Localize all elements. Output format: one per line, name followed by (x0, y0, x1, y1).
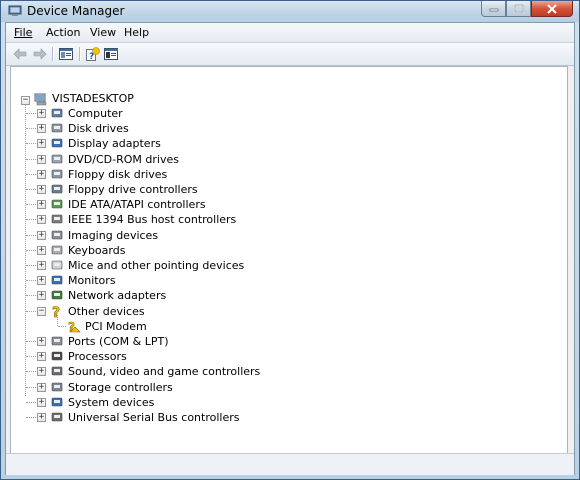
monitors-icon (51, 275, 63, 285)
storage-controllers-icon (51, 382, 63, 392)
display-adapters-expander[interactable]: + (37, 139, 46, 148)
network-adapters-expander[interactable]: + (37, 291, 46, 300)
menu-help[interactable]: Help (124, 26, 149, 39)
ide-ata-atapi-controllers-expander[interactable]: + (37, 200, 46, 209)
tree-item-network-adapters[interactable]: Network adapters (68, 288, 166, 303)
back-arrow-icon (13, 48, 27, 60)
tree-item-floppy-drive-controllers[interactable]: Floppy drive controllers (68, 182, 198, 197)
root-collapse-toggle[interactable]: − (21, 96, 30, 105)
dvd-cd-rom-drives-expander[interactable]: + (37, 155, 46, 164)
maximize-icon (513, 4, 524, 13)
tree-item-sound-video-and-game-controllers[interactable]: Sound, video and game controllers (68, 364, 260, 379)
properties-icon (104, 48, 118, 60)
window-title: Device Manager (27, 4, 125, 18)
imaging-devices-icon (51, 230, 63, 240)
tree-item-other-devices[interactable]: Other devices (68, 304, 145, 319)
keyboards-icon (51, 245, 63, 255)
tree-item-ieee-1394-bus-host-controllers[interactable]: IEEE 1394 Bus host controllers (68, 212, 236, 227)
computer-expander[interactable]: + (37, 109, 46, 118)
close-button[interactable] (531, 1, 573, 17)
ieee-1394-bus-host-controllers-icon (51, 214, 63, 224)
show-hide-console-tree-button[interactable] (58, 46, 74, 62)
system-devices-expander[interactable]: + (37, 398, 46, 407)
floppy-disk-drives-expander[interactable]: + (37, 170, 46, 179)
tree-item-disk-drives[interactable]: Disk drives (68, 121, 129, 136)
disk-drives-icon (51, 123, 63, 133)
tree-item-pci-modem[interactable]: PCI Modem (85, 319, 147, 334)
tree-item-storage-controllers[interactable]: Storage controllers (68, 380, 173, 395)
computer-icon (34, 93, 47, 106)
disk-drives-expander[interactable]: + (37, 124, 46, 133)
menu-file[interactable]: File (14, 26, 32, 39)
tree-item-universal-serial-bus-controllers[interactable]: Universal Serial Bus controllers (68, 410, 239, 425)
storage-controllers-expander[interactable]: + (37, 383, 46, 392)
menu-action[interactable]: Action (46, 26, 80, 39)
tree-root-label[interactable]: VISTADESKTOP (52, 91, 134, 106)
tree-item-processors[interactable]: Processors (68, 349, 127, 364)
universal-serial-bus-controllers-expander[interactable]: + (37, 413, 46, 422)
tree-item-computer[interactable]: Computer (68, 106, 123, 121)
forward-arrow-icon (33, 48, 47, 60)
tree-item-floppy-disk-drives[interactable]: Floppy disk drives (68, 167, 167, 182)
minimize-button[interactable] (481, 1, 506, 17)
client-area: File Action View Help ? − VISTADESKTOP +… (5, 22, 575, 475)
ide-ata-atapi-controllers-icon (51, 199, 63, 209)
monitors-expander[interactable]: + (37, 276, 46, 285)
title-bar[interactable]: Device Manager (1, 1, 579, 22)
ports-com-lpt-expander[interactable]: + (37, 337, 46, 346)
sound-video-and-game-controllers-icon (51, 366, 63, 376)
other-devices-expander[interactable]: − (37, 307, 46, 316)
dvd-cd-rom-drives-icon (51, 154, 63, 164)
device-manager-window: Device Manager File Action View Help ? −… (0, 0, 580, 480)
close-icon (547, 3, 557, 14)
menu-view[interactable]: View (90, 26, 116, 39)
show-hide-console-tree-icon (59, 48, 73, 60)
toolbar: ? (6, 43, 574, 66)
ports-com-lpt-icon (51, 336, 63, 346)
forward-button[interactable] (32, 46, 48, 62)
maximize-button[interactable] (506, 1, 531, 17)
computer-icon (51, 108, 63, 118)
sound-video-and-game-controllers-expander[interactable]: + (37, 367, 46, 376)
tree-item-monitors[interactable]: Monitors (68, 273, 116, 288)
tree-item-keyboards[interactable]: Keyboards (68, 243, 125, 258)
mice-and-other-pointing-devices-icon (51, 260, 63, 270)
ieee-1394-bus-host-controllers-expander[interactable]: + (37, 215, 46, 224)
floppy-drive-controllers-expander[interactable]: + (37, 185, 46, 194)
tree-item-dvd-cd-rom-drives[interactable]: DVD/CD-ROM drives (68, 152, 179, 167)
back-button[interactable] (12, 46, 28, 62)
processors-icon (51, 351, 63, 361)
tree-item-system-devices[interactable]: System devices (68, 395, 154, 410)
floppy-disk-drives-icon (51, 169, 63, 179)
device-manager-icon (8, 5, 22, 16)
imaging-devices-expander[interactable]: + (37, 231, 46, 240)
universal-serial-bus-controllers-icon (51, 412, 63, 422)
floppy-drive-controllers-icon (51, 184, 63, 194)
menu-bar: File Action View Help (6, 23, 574, 43)
display-adapters-icon (51, 138, 63, 148)
tree-item-mice-and-other-pointing-devices[interactable]: Mice and other pointing devices (68, 258, 244, 273)
tree-item-ide-ata-atapi-controllers[interactable]: IDE ATA/ATAPI controllers (68, 197, 206, 212)
properties-button[interactable] (103, 46, 119, 62)
status-bar (6, 453, 574, 475)
help-icon: ? (86, 47, 100, 61)
tree-item-ports-com-lpt[interactable]: Ports (COM & LPT) (68, 334, 169, 349)
help-button[interactable]: ? (85, 46, 101, 62)
processors-expander[interactable]: + (37, 352, 46, 361)
pci-modem-warning-icon: ? (68, 320, 81, 333)
tree-item-display-adapters[interactable]: Display adapters (68, 136, 161, 151)
system-devices-icon (51, 397, 63, 407)
keyboards-expander[interactable]: + (37, 246, 46, 255)
mice-and-other-pointing-devices-expander[interactable]: + (37, 261, 46, 270)
device-tree[interactable]: − VISTADESKTOP + Computer + Disk drives + Dis… (10, 66, 568, 470)
tree-item-imaging-devices[interactable]: Imaging devices (68, 228, 158, 243)
network-adapters-icon (51, 290, 63, 300)
minimize-icon (489, 8, 498, 11)
